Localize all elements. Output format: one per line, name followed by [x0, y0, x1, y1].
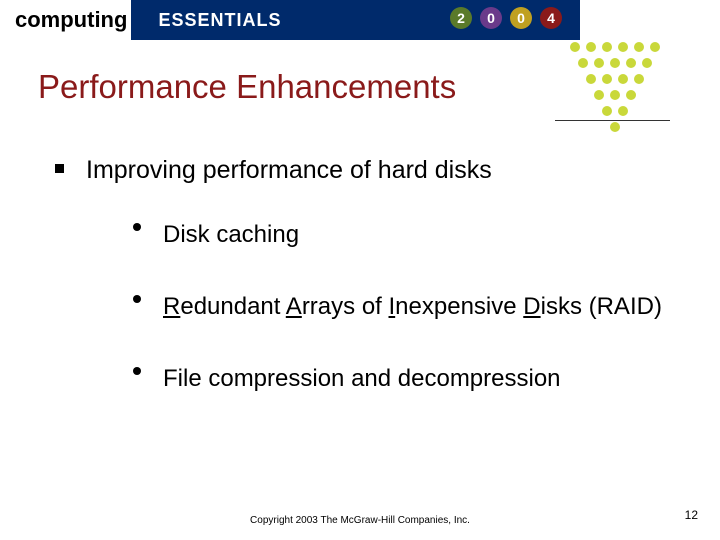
list-item: File compression and decompression — [133, 357, 680, 401]
bullet-text: Redundant Arrays of Inexpensive Disks (R… — [163, 285, 662, 329]
list-item: Redundant Arrays of Inexpensive Disks (R… — [133, 285, 680, 329]
title-rule — [555, 120, 670, 121]
bullet-text: Improving performance of hard disks — [86, 154, 492, 187]
bullet-icon — [133, 367, 141, 375]
brand-computing: computing — [0, 0, 131, 40]
page-number: 12 — [685, 508, 698, 522]
header-bar: computing ESSENTIALS 2 0 0 4 — [0, 0, 580, 40]
year-digit-0a: 0 — [480, 7, 502, 29]
list-item: Improving performance of hard disks — [55, 154, 680, 187]
year-badges: 2 0 0 4 — [450, 7, 562, 29]
bullet-icon — [55, 164, 64, 173]
content-area: Improving performance of hard disks Disk… — [55, 154, 680, 402]
year-digit-0b: 0 — [510, 7, 532, 29]
copyright-text: Copyright 2003 The McGraw-Hill Companies… — [210, 515, 510, 526]
sub-list: Disk caching Redundant Arrays of Inexpen… — [133, 213, 680, 402]
year-digit-2: 2 — [450, 7, 472, 29]
slide-title: Performance Enhancements — [38, 68, 720, 106]
bullet-icon — [133, 223, 141, 231]
brand-essentials: ESSENTIALS — [158, 10, 281, 31]
list-item: Disk caching — [133, 213, 680, 257]
bullet-icon — [133, 295, 141, 303]
bullet-text: Disk caching — [163, 213, 299, 257]
bullet-text: File compression and decompression — [163, 357, 561, 401]
year-digit-4: 4 — [540, 7, 562, 29]
